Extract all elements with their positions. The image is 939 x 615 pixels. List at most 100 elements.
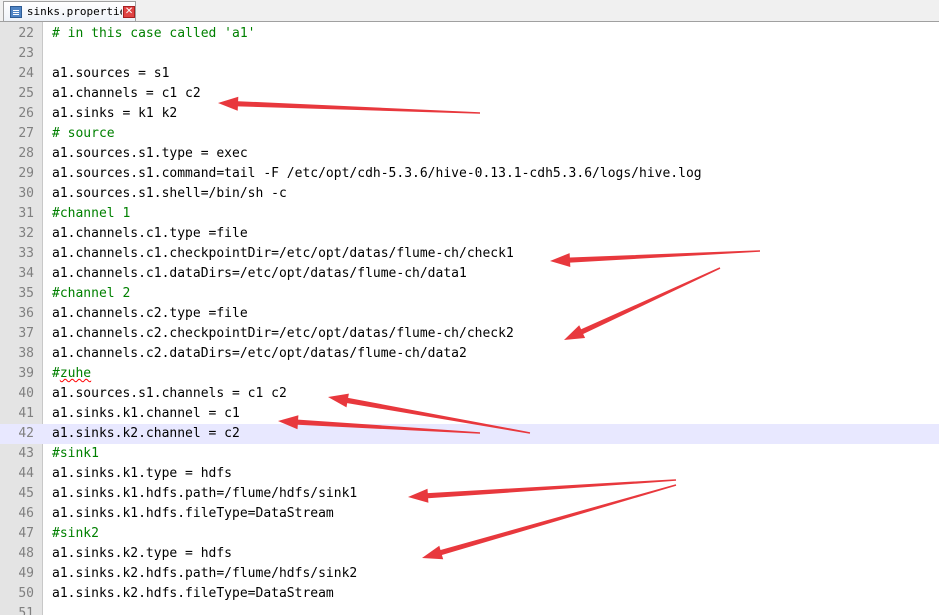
code-text: a1.sinks.k2.channel = c2 xyxy=(52,424,240,444)
code-segment: a1.sources.s1.shell=/bin/sh -c xyxy=(52,186,287,201)
line-number: 27 xyxy=(18,126,34,141)
code-segment: a1.sinks.k1.channel = c1 xyxy=(52,406,240,421)
code-editor[interactable]: 22 # in this case called 'a1' 23 24 a1.sourc… xyxy=(0,22,939,615)
code-line[interactable]: 49 a1.sinks.k2.hdfs.path=/flume/hdfs/sink… xyxy=(0,564,939,584)
line-number: 29 xyxy=(18,166,34,181)
line-number: 47 xyxy=(18,526,34,541)
code-text: a1.channels = c1 c2 xyxy=(52,84,201,104)
code-line[interactable]: 44 a1.sinks.k1.type = hdfs xyxy=(0,464,939,484)
code-segment: a1.sinks.k1.hdfs.path=/flume/hdfs/sink1 xyxy=(52,486,358,501)
code-segment: a1.sinks.k1.type = hdfs xyxy=(52,466,233,481)
code-text: a1.sources = s1 xyxy=(52,64,169,84)
code-segment: a1.channels.c1.type =file xyxy=(52,226,248,241)
code-text: a1.channels.c1.checkpointDir=/etc/opt/da… xyxy=(52,244,514,264)
code-text: a1.sinks.k2.hdfs.path=/flume/hdfs/sink2 xyxy=(52,564,357,584)
line-number: 37 xyxy=(18,326,34,341)
code-line[interactable]: 41 a1.sinks.k1.channel = c1 xyxy=(0,404,939,424)
code-line[interactable]: 48 a1.sinks.k2.type = hdfs xyxy=(0,544,939,564)
code-line[interactable]: 50 a1.sinks.k2.hdfs.fileType=DataStream xyxy=(0,584,939,604)
code-line[interactable]: 42 a1.sinks.k2.channel = c2 xyxy=(0,424,939,444)
code-segment: a1.sources.s1.channels = c1 c2 xyxy=(52,386,287,401)
line-number: 22 xyxy=(18,26,34,41)
code-segment: #channel 2 xyxy=(52,286,131,301)
code-segment: a1.sinks.k2.hdfs.fileType=DataStream xyxy=(52,586,334,601)
code-line[interactable]: 37 a1.channels.c2.checkpointDir=/etc/opt/… xyxy=(0,324,939,344)
line-number: 40 xyxy=(18,386,34,401)
line-number: 33 xyxy=(18,246,34,261)
code-line[interactable]: 40 a1.sources.s1.channels = c1 c2 xyxy=(0,384,939,404)
comment-text: #channel 1 xyxy=(52,204,130,224)
code-line[interactable]: 28 a1.sources.s1.type = exec xyxy=(0,144,939,164)
code-line[interactable]: 29 a1.sources.s1.command=tail -F /etc/opt… xyxy=(0,164,939,184)
comment-text: #sink2 xyxy=(52,524,99,544)
document-icon xyxy=(10,5,22,18)
code-text: a1.sinks.k1.type = hdfs xyxy=(52,464,232,484)
code-line[interactable]: 25 a1.channels = c1 c2 xyxy=(0,84,939,104)
code-line[interactable]: 51 xyxy=(0,604,939,615)
code-line[interactable]: 24 a1.sources = s1 xyxy=(0,64,939,84)
code-text: a1.channels.c2.checkpointDir=/etc/opt/da… xyxy=(52,324,514,344)
line-number: 51 xyxy=(18,606,34,615)
code-line[interactable]: 32 a1.channels.c1.type =file xyxy=(0,224,939,244)
line-number: 38 xyxy=(18,346,34,361)
code-segment: a1.sinks.k2.hdfs.path=/flume/hdfs/sink2 xyxy=(52,566,358,581)
code-segment: a1.channels.c2.dataDirs=/etc/opt/datas/f… xyxy=(52,346,467,361)
code-text: a1.sources.s1.command=tail -F /etc/opt/c… xyxy=(52,164,702,184)
misspelled-word: zuhe xyxy=(59,366,92,381)
code-line[interactable]: 43 #sink1 xyxy=(0,444,939,464)
code-line[interactable]: 38 a1.channels.c2.dataDirs=/etc/opt/datas… xyxy=(0,344,939,364)
code-segment: a1.channels.c2.checkpointDir=/etc/opt/da… xyxy=(52,326,514,341)
code-text: a1.channels.c2.type =file xyxy=(52,304,248,324)
comment-text: # source xyxy=(52,124,115,144)
line-number: 42 xyxy=(18,426,34,441)
code-line[interactable]: 33 a1.channels.c1.checkpointDir=/etc/opt/… xyxy=(0,244,939,264)
code-segment: a1.sources.s1.type = exec xyxy=(52,146,248,161)
line-number: 41 xyxy=(18,406,34,421)
code-segment: #sink1 xyxy=(52,446,99,461)
line-number: 43 xyxy=(18,446,34,461)
code-segment: # xyxy=(52,366,60,381)
line-number: 45 xyxy=(18,486,34,501)
code-text: a1.channels.c1.dataDirs=/etc/opt/datas/f… xyxy=(52,264,467,284)
code-line[interactable]: 23 xyxy=(0,44,939,64)
code-line[interactable]: 46 a1.sinks.k1.hdfs.fileType=DataStream xyxy=(0,504,939,524)
line-number: 30 xyxy=(18,186,34,201)
line-number: 23 xyxy=(18,46,34,61)
code-text: a1.sources.s1.shell=/bin/sh -c xyxy=(52,184,287,204)
line-number: 24 xyxy=(18,66,34,81)
code-line[interactable]: 36 a1.channels.c2.type =file xyxy=(0,304,939,324)
comment-text: #sink1 xyxy=(52,444,99,464)
comment-text: #channel 2 xyxy=(52,284,130,304)
code-line[interactable]: 27 # source xyxy=(0,124,939,144)
code-text: a1.sinks = k1 k2 xyxy=(52,104,177,124)
code-segment: a1.sinks = k1 k2 xyxy=(52,106,178,121)
line-number: 46 xyxy=(18,506,34,521)
code-segment: #sink2 xyxy=(52,526,99,541)
code-segment: a1.channels = c1 c2 xyxy=(52,86,201,101)
code-line[interactable]: 34 a1.channels.c1.dataDirs=/etc/opt/datas… xyxy=(0,264,939,284)
code-line[interactable]: 47 #sink2 xyxy=(0,524,939,544)
line-number: 50 xyxy=(18,586,34,601)
code-text: a1.sinks.k2.type = hdfs xyxy=(52,544,232,564)
code-text: a1.channels.c2.dataDirs=/etc/opt/datas/f… xyxy=(52,344,467,364)
line-number: 32 xyxy=(18,226,34,241)
line-number: 44 xyxy=(18,466,34,481)
line-number: 28 xyxy=(18,146,34,161)
code-line[interactable]: 31 #channel 1 xyxy=(0,204,939,224)
code-line[interactable]: 35 #channel 2 xyxy=(0,284,939,304)
close-icon[interactable]: ✕ xyxy=(123,5,135,18)
line-number: 25 xyxy=(18,86,34,101)
tab-sinks-properties[interactable]: sinks.properties ✕ xyxy=(3,1,136,21)
code-segment: a1.sources = s1 xyxy=(52,66,170,81)
code-segment: #channel 1 xyxy=(52,206,131,221)
code-line[interactable]: 39 #zuhe xyxy=(0,364,939,384)
code-segment: a1.sources.s1.command=tail -F /etc/opt/c… xyxy=(52,166,702,181)
code-text: a1.channels.c1.type =file xyxy=(52,224,248,244)
editor-window: sinks.properties ✕ 22 # in this case call… xyxy=(0,0,939,615)
code-line[interactable]: 30 a1.sources.s1.shell=/bin/sh -c xyxy=(0,184,939,204)
code-line[interactable]: 26 a1.sinks = k1 k2 xyxy=(0,104,939,124)
code-line[interactable]: 22 # in this case called 'a1' xyxy=(0,24,939,44)
code-text: a1.sinks.k1.channel = c1 xyxy=(52,404,240,424)
code-line[interactable]: 45 a1.sinks.k1.hdfs.path=/flume/hdfs/sink… xyxy=(0,484,939,504)
line-number: 39 xyxy=(18,366,34,381)
